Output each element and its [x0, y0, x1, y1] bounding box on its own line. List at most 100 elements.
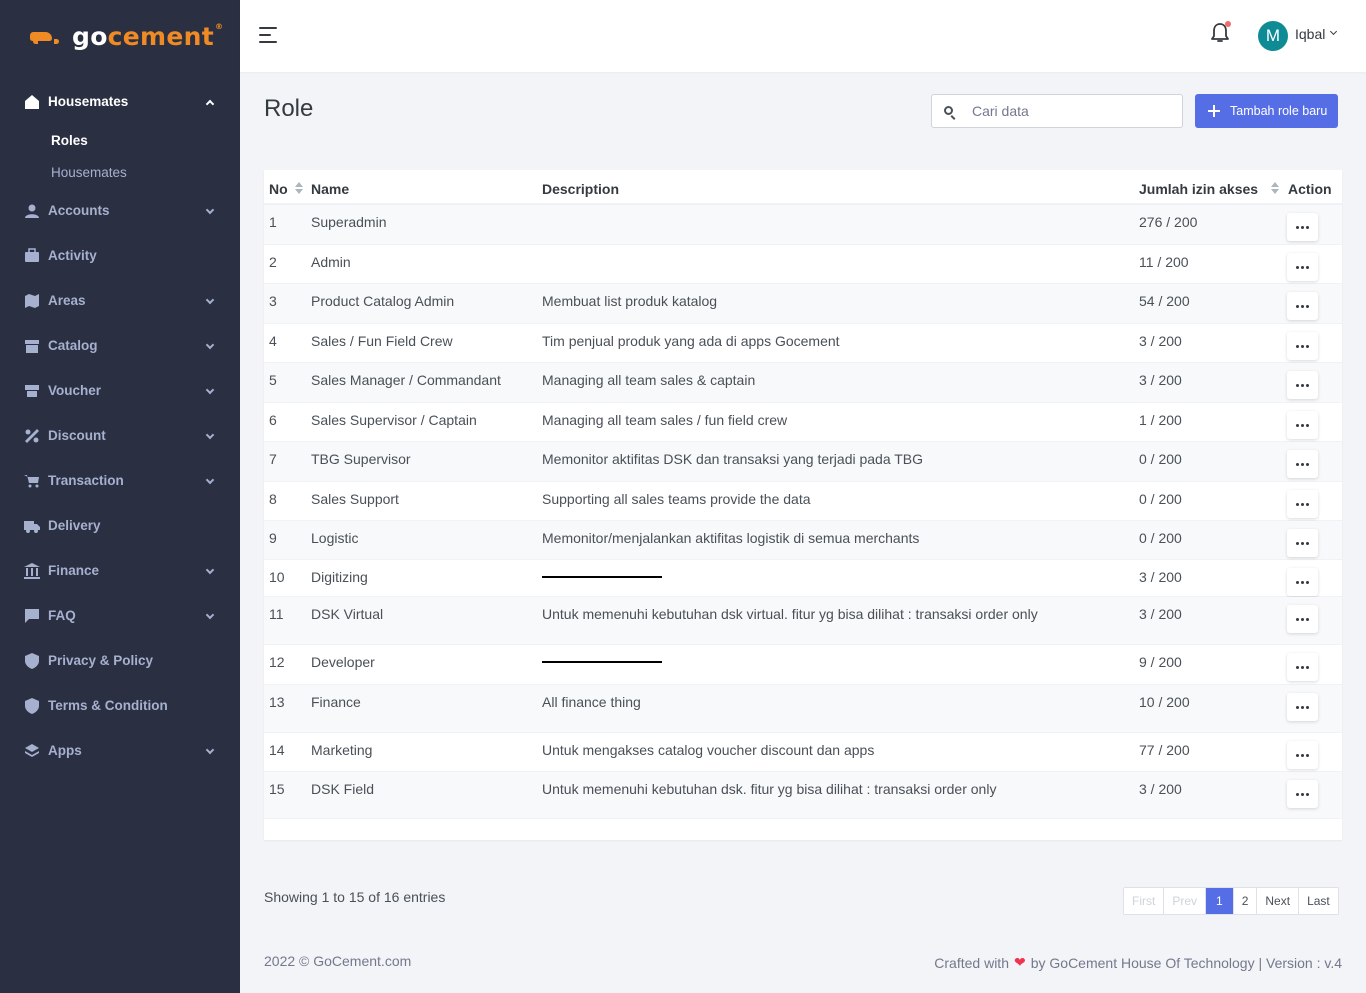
row-action-button[interactable] [1287, 371, 1318, 399]
table-row: 1 Superadmin 276 / 200 [264, 205, 1342, 245]
ticket-icon [24, 383, 40, 399]
table-row: 8 Sales Support Supporting all sales teams… [264, 482, 1342, 521]
sidebar: gocement® Housemates Roles Housemates Ac… [0, 0, 240, 993]
more-dots-icon [1296, 344, 1309, 348]
empty-description-line [542, 661, 662, 663]
more-dots-icon [1296, 705, 1309, 709]
cell-no: 6 [269, 412, 277, 428]
map-icon [24, 293, 40, 309]
sidebar-item-terms-condition[interactable]: Terms & Condition [0, 683, 240, 728]
search-input[interactable] [972, 95, 1172, 127]
cell-name: Superadmin [311, 214, 387, 230]
search-box[interactable] [931, 94, 1183, 128]
sidebar-item-label: Accounts [48, 203, 110, 218]
chevron-down-icon[interactable] [205, 565, 215, 574]
bank-icon [24, 562, 40, 579]
row-action-button[interactable] [1287, 253, 1318, 281]
sidebar-item-apps[interactable]: Apps [0, 728, 240, 773]
cell-jumlah-izin: 77 / 200 [1139, 742, 1190, 758]
page-button-2[interactable]: 2 [1234, 888, 1258, 914]
col-action: Action [1288, 181, 1332, 197]
search-icon [944, 106, 953, 115]
sidebar-subitem-roles[interactable]: Roles [0, 124, 240, 156]
sidebar-item-voucher[interactable]: Voucher [0, 368, 240, 413]
table-row: 13 Finance All finance thing 10 / 200 [264, 685, 1342, 733]
cell-description: Membuat list produk katalog [542, 293, 718, 309]
brand-logo[interactable]: gocement® [0, 0, 240, 72]
sidebar-item-finance[interactable]: Finance [0, 548, 240, 593]
sidebar-item-discount[interactable]: Discount [0, 413, 240, 458]
row-action-button[interactable] [1287, 292, 1318, 320]
table-row: 11 DSK Virtual Untuk memenuhi kebutuhan ds… [264, 597, 1342, 645]
row-action-button[interactable] [1287, 450, 1318, 478]
chevron-down-icon[interactable] [205, 385, 215, 394]
col-name[interactable]: Name [311, 181, 349, 197]
sidebar-item-label: Housemates [48, 94, 129, 109]
page-button-1[interactable]: 1 [1206, 888, 1234, 914]
chevron-down-icon[interactable] [205, 205, 215, 214]
sort-icon[interactable] [295, 182, 303, 196]
sidebar-item-transaction[interactable]: Transaction [0, 458, 240, 503]
col-description[interactable]: Description [542, 181, 619, 197]
avatar[interactable]: M [1258, 21, 1288, 51]
page-button-next[interactable]: Next [1257, 888, 1300, 914]
page-button-last[interactable]: Last [1299, 888, 1338, 914]
row-action-button[interactable] [1287, 213, 1318, 241]
notification-bell-icon[interactable] [1210, 21, 1231, 46]
sidebar-item-privacy-policy[interactable]: Privacy & Policy [0, 638, 240, 683]
chevron-down-icon[interactable] [205, 295, 215, 304]
more-dots-icon [1296, 462, 1309, 466]
shield-icon [24, 652, 40, 669]
chevron-down-icon[interactable] [205, 610, 215, 619]
cell-no: 2 [269, 254, 277, 270]
chevron-down-icon[interactable] [205, 340, 215, 349]
row-action-button[interactable] [1287, 741, 1318, 769]
sidebar-item-areas[interactable]: Areas [0, 278, 240, 323]
chevron-down-icon[interactable] [205, 430, 215, 439]
more-dots-icon [1296, 502, 1309, 506]
cell-jumlah-izin: 1 / 200 [1139, 412, 1182, 428]
cell-no: 3 [269, 293, 277, 309]
row-action-button[interactable] [1287, 693, 1318, 721]
row-action-button[interactable] [1287, 490, 1318, 518]
more-dots-icon [1296, 541, 1309, 545]
sidebar-item-activity[interactable]: Activity [0, 233, 240, 278]
row-action-button[interactable] [1287, 605, 1318, 633]
page-button-prev: Prev [1164, 888, 1207, 914]
cell-name: Sales Manager / Commandant [311, 372, 501, 388]
sidebar-item-faq[interactable]: FAQ [0, 593, 240, 638]
row-action-button[interactable] [1287, 411, 1318, 439]
sidebar-item-housemates[interactable]: Housemates [0, 79, 240, 124]
brand-go: go [72, 21, 108, 51]
cell-description: Supporting all sales teams provide the d… [542, 491, 811, 507]
row-action-button[interactable] [1287, 529, 1318, 557]
row-action-button[interactable] [1287, 568, 1318, 596]
menu-toggle-icon[interactable] [259, 27, 277, 43]
row-action-button[interactable] [1287, 780, 1318, 808]
sort-icon[interactable] [1271, 182, 1279, 196]
table-row: 9 Logistic Memonitor/menjalankan aktifitas… [264, 521, 1342, 560]
cell-jumlah-izin: 276 / 200 [1139, 214, 1198, 230]
add-role-button[interactable]: Tambah role baru [1195, 94, 1338, 128]
housemates-subnav: Roles Housemates [0, 124, 240, 188]
brand-name: gocement® [72, 22, 223, 51]
username[interactable]: Iqbal [1295, 26, 1325, 42]
chevron-down-icon[interactable] [1329, 27, 1338, 36]
col-jumlah[interactable]: Jumlah izin akses [1139, 181, 1258, 197]
sidebar-item-delivery[interactable]: Delivery [0, 503, 240, 548]
sidebar-item-catalog[interactable]: Catalog [0, 323, 240, 368]
cell-name: Sales Supervisor / Captain [311, 412, 477, 428]
table-row: 15 DSK Field Untuk memenuhi kebutuhan dsk.… [264, 772, 1342, 819]
shield-icon [24, 697, 40, 714]
row-action-button[interactable] [1287, 332, 1318, 360]
col-no[interactable]: No [269, 181, 288, 197]
sidebar-item-label: Areas [48, 293, 86, 308]
sidebar-item-label: Privacy & Policy [48, 653, 154, 668]
row-action-button[interactable] [1287, 653, 1318, 681]
cell-no: 5 [269, 372, 277, 388]
sidebar-subitem-housemates[interactable]: Housemates [0, 156, 240, 188]
chevron-down-icon[interactable] [205, 475, 215, 484]
cell-jumlah-izin: 3 / 200 [1139, 372, 1182, 388]
chevron-down-icon[interactable] [205, 745, 215, 754]
sidebar-item-accounts[interactable]: Accounts [0, 188, 240, 233]
